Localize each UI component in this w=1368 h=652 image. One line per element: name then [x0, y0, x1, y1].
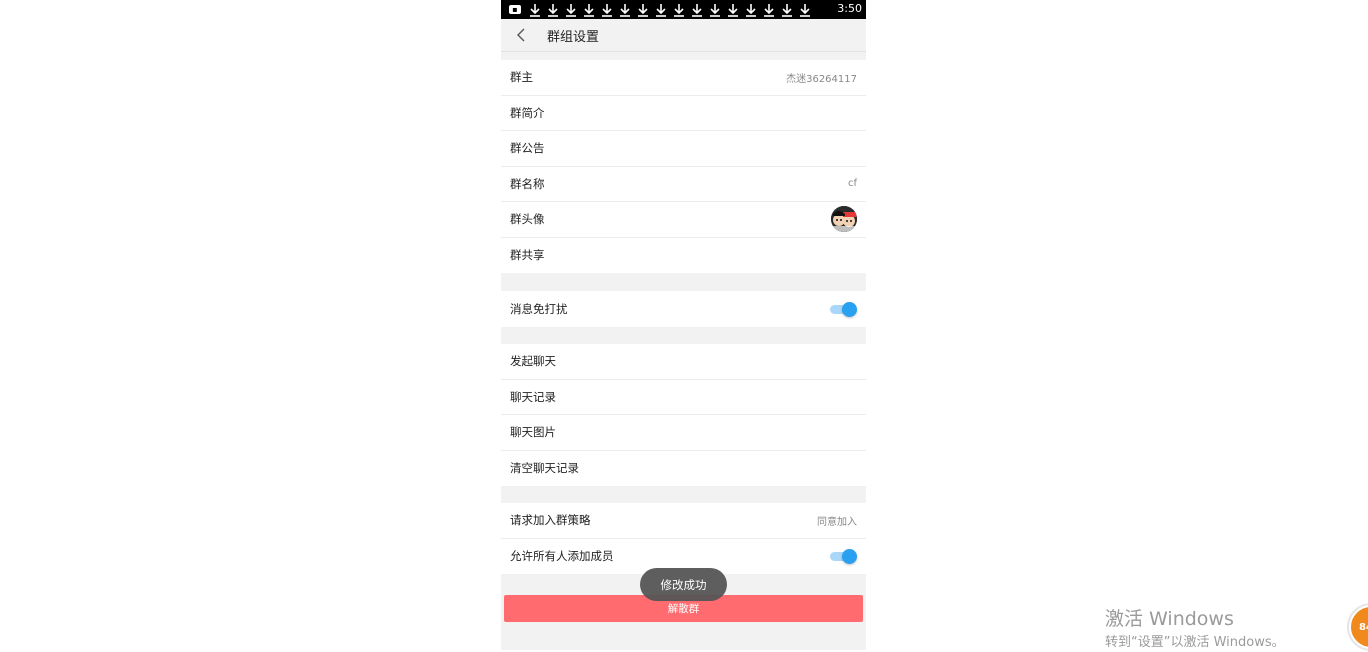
row-label: 群主: [510, 70, 533, 85]
row-group-announcement[interactable]: 群公告: [501, 131, 866, 167]
row-label: 群头像: [510, 212, 545, 227]
status-bar: ▪ 3:50: [501, 0, 866, 19]
download-arrow-icon: [782, 3, 792, 17]
download-arrow-icon: [674, 3, 684, 17]
watermark-subtitle: 转到“设置”以激活 Windows。: [1105, 635, 1285, 650]
windows-activation-watermark: 激活 Windows 转到“设置”以激活 Windows。: [1105, 608, 1285, 652]
row-value: cf: [847, 178, 857, 190]
app-bar: 群组设置: [501, 19, 866, 52]
row-group-share[interactable]: 群共享: [501, 238, 866, 274]
mute-toggle[interactable]: [830, 301, 857, 317]
allow-add-toggle[interactable]: [830, 549, 857, 565]
tray-orb-badge[interactable]: 84: [1349, 605, 1368, 649]
row-group-intro[interactable]: 群简介: [501, 96, 866, 131]
download-arrow-icon: [692, 3, 702, 17]
row-label: 聊天图片: [510, 425, 556, 440]
phone-screen: ▪ 3:50 群组设置 群主 杰迷36264117 群简介 群公告 群名称 cf…: [501, 0, 866, 650]
download-arrow-icon: [710, 3, 720, 17]
group-avatar: [831, 206, 857, 233]
page-title: 群组设置: [547, 29, 600, 45]
toggle-knob: [842, 301, 857, 317]
group-info-section: 群主 杰迷36264117 群简介 群公告 群名称 cf 群头像 群共享: [501, 60, 866, 273]
row-label: 发起聊天: [510, 354, 556, 369]
row-label: 消息免打扰: [510, 301, 568, 316]
row-group-avatar[interactable]: 群头像: [501, 202, 866, 238]
download-arrow-icon: [566, 3, 576, 17]
toast-message: 修改成功: [640, 568, 727, 601]
row-label: 群名称: [510, 176, 545, 191]
watermark-title: 激活 Windows: [1105, 608, 1234, 630]
download-arrow-icon: [548, 3, 558, 17]
status-time: 3:50: [837, 2, 862, 15]
download-arrow-icon: [656, 3, 666, 17]
notification-badge-icon: ▪: [509, 5, 521, 14]
download-arrow-icon: [602, 3, 612, 17]
row-label: 群简介: [510, 105, 545, 120]
row-group-owner[interactable]: 群主 杰迷36264117: [501, 60, 866, 96]
join-policy-section: 请求加入群策略 同意加入 允许所有人添加成员: [501, 503, 866, 574]
download-arrow-icon: [800, 3, 810, 17]
row-label: 聊天记录: [510, 389, 556, 404]
row-label: 群公告: [510, 141, 545, 156]
row-value: 同意加入: [817, 516, 857, 528]
download-arrow-icon: [746, 3, 756, 17]
row-label: 允许所有人添加成员: [510, 549, 614, 564]
status-icons: ▪: [501, 3, 812, 17]
download-arrow-icon: [638, 3, 648, 17]
row-group-name[interactable]: 群名称 cf: [501, 167, 866, 202]
download-arrow-icon: [728, 3, 738, 17]
row-clear-history[interactable]: 清空聊天记录: [501, 451, 866, 487]
chevron-left-icon[interactable]: [515, 28, 529, 42]
download-arrow-icon: [584, 3, 594, 17]
row-join-policy[interactable]: 请求加入群策略 同意加入: [501, 503, 866, 539]
row-label: 请求加入群策略: [510, 513, 591, 528]
row-label: 清空聊天记录: [510, 461, 579, 476]
row-start-chat[interactable]: 发起聊天: [501, 344, 866, 380]
download-arrow-icon: [764, 3, 774, 17]
row-value: 杰迷36264117: [786, 73, 857, 85]
notification-section: 消息免打扰: [501, 291, 866, 327]
row-chat-images[interactable]: 聊天图片: [501, 415, 866, 451]
row-label: 群共享: [510, 248, 545, 263]
download-arrow-icon: [620, 3, 630, 17]
download-arrow-icon: [530, 3, 540, 17]
toggle-knob: [842, 549, 857, 565]
row-mute[interactable]: 消息免打扰: [501, 291, 866, 327]
row-chat-history[interactable]: 聊天记录: [501, 380, 866, 415]
tray-badge-count: 84: [1359, 621, 1368, 633]
chat-section: 发起聊天 聊天记录 聊天图片 清空聊天记录: [501, 344, 866, 486]
